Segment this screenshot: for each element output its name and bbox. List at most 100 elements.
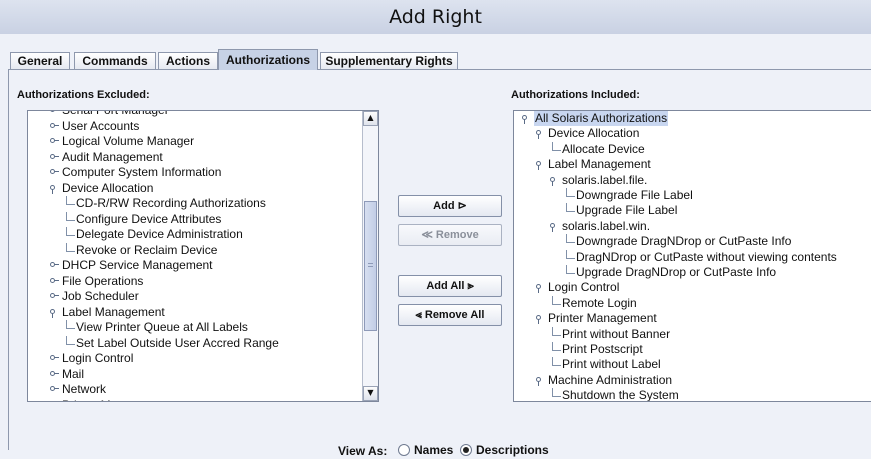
tab-actions[interactable]: Actions: [158, 52, 218, 69]
tree-row[interactable]: Revoke or Reclaim Device: [28, 242, 368, 258]
tree-row[interactable]: Device Allocation: [28, 181, 368, 196]
collapsed-node-icon[interactable]: [50, 386, 59, 391]
tree-row[interactable]: Device Allocation: [514, 126, 854, 141]
collapsed-node-icon[interactable]: [50, 355, 59, 360]
tree-item-label: CD-R/RW Recording Authorizations: [76, 196, 266, 210]
tree-row[interactable]: File Operations: [28, 274, 368, 289]
tree-row[interactable]: Mail: [28, 367, 368, 382]
tree-row[interactable]: Audit Management: [28, 150, 368, 165]
tree-row[interactable]: View Printer Queue at All Labels: [28, 320, 368, 335]
excluded-tree[interactable]: Serial Port Manager User Accounts Logical …: [27, 110, 379, 402]
tree-row[interactable]: Network: [28, 382, 368, 397]
tree-item-label: Set Label Outside User Accred Range: [76, 335, 279, 350]
tree-item-label: Remote Login: [562, 295, 637, 310]
add-all-button[interactable]: Add All ⪢: [398, 275, 502, 297]
names-radio[interactable]: [398, 444, 410, 456]
tree-connector-icon: [552, 357, 561, 367]
expanded-node-icon[interactable]: [536, 161, 541, 171]
tree-row[interactable]: Upgrade DragNDrop or CutPaste Info: [514, 265, 854, 280]
tree-row[interactable]: solaris.label.file.: [514, 173, 854, 188]
expanded-node-icon[interactable]: [50, 184, 55, 194]
tree-item-label: Logical Volume Manager: [62, 134, 195, 148]
tab-general[interactable]: General: [10, 52, 70, 69]
tree-item-label: Print without Label: [562, 357, 661, 372]
scrollbar-thumb[interactable]: [364, 201, 377, 331]
tree-row[interactable]: Serial Port Manager: [28, 111, 368, 118]
descriptions-radio[interactable]: [460, 444, 472, 456]
excluded-scrollbar[interactable]: ▲ ▼: [362, 111, 378, 401]
collapsed-node-icon[interactable]: [50, 111, 55, 112]
tree-row[interactable]: Printer Management: [514, 311, 854, 326]
tree-item-label: All Solaris Authorizations: [534, 111, 669, 126]
collapsed-node-icon[interactable]: [50, 262, 59, 267]
tree-row[interactable]: Computer System Information: [28, 165, 368, 180]
tree-row[interactable]: Shutdown the System: [514, 388, 854, 401]
expanded-node-icon[interactable]: [536, 284, 541, 294]
tree-row[interactable]: Print Postscript: [514, 342, 854, 357]
expanded-node-icon[interactable]: [550, 176, 555, 186]
tab-authorizations[interactable]: Authorizations: [218, 49, 318, 70]
tree-row[interactable]: Delegate Device Administration: [28, 227, 368, 242]
tree-item-label: Print without Banner: [562, 326, 671, 341]
expanded-node-icon[interactable]: [536, 130, 541, 140]
tree-connector-icon: [66, 320, 75, 329]
scroll-down-arrow-icon[interactable]: ▼: [363, 386, 378, 401]
tree-connector-icon: [566, 265, 575, 274]
tree-row[interactable]: User Accounts: [28, 119, 368, 134]
tree-row[interactable]: Logical Volume Manager: [28, 134, 368, 149]
expanded-node-icon[interactable]: [50, 308, 55, 318]
add-button[interactable]: Add ⊳: [398, 195, 502, 217]
tree-row[interactable]: Machine Administration: [514, 373, 854, 388]
collapsed-node-icon[interactable]: [50, 293, 59, 298]
tree-row[interactable]: Allocate Device: [514, 141, 854, 157]
collapsed-node-icon[interactable]: [50, 122, 59, 128]
expanded-node-icon[interactable]: [536, 315, 541, 325]
tree-row[interactable]: Login Control: [28, 351, 368, 366]
tree-row[interactable]: Printer Management: [28, 398, 368, 403]
tree-item-label: Job Scheduler: [62, 289, 139, 303]
tree-item-label: Revoke or Reclaim Device: [76, 242, 218, 257]
tree-item-label: DHCP Service Management: [62, 258, 213, 272]
tree-row[interactable]: Login Control: [514, 280, 854, 295]
collapsed-node-icon[interactable]: [50, 370, 59, 376]
expanded-node-icon[interactable]: [550, 222, 555, 232]
descriptions-radio-label[interactable]: Descriptions: [476, 443, 549, 457]
tree-row[interactable]: DragNDrop or CutPaste without viewing co…: [514, 249, 854, 265]
expanded-node-icon[interactable]: [522, 115, 527, 124]
tree-item-label: Allocate Device: [562, 141, 645, 156]
tree-item-label: Machine Administration: [548, 372, 673, 387]
expanded-node-icon[interactable]: [536, 376, 541, 386]
collapsed-node-icon[interactable]: [50, 402, 55, 403]
names-radio-label[interactable]: Names: [414, 443, 453, 457]
collapsed-node-icon[interactable]: [50, 277, 59, 283]
remove-button[interactable]: ≪ Remove: [398, 224, 502, 246]
tree-row[interactable]: Print without Banner: [514, 326, 854, 342]
tree-row[interactable]: Label Management: [28, 305, 368, 320]
tree-row[interactable]: Print without Label: [514, 357, 854, 372]
tree-row[interactable]: Configure Device Attributes: [28, 211, 368, 227]
tree-row[interactable]: Downgrade File Label: [514, 188, 854, 203]
tab-supplementary-rights[interactable]: Supplementary Rights: [320, 52, 458, 69]
collapsed-node-icon[interactable]: [50, 169, 59, 174]
tree-row[interactable]: Job Scheduler: [28, 289, 368, 304]
tree-row[interactable]: DHCP Service Management: [28, 258, 368, 273]
tree-row[interactable]: All Solaris Authorizations: [514, 111, 854, 126]
view-as-label: View As:: [338, 444, 388, 458]
remove-all-button[interactable]: ⪡ Remove All: [398, 304, 502, 326]
tree-item-label: DragNDrop or CutPaste without viewing co…: [576, 249, 837, 264]
tree-connector-icon: [552, 295, 561, 305]
tree-item-label: Login Control: [62, 351, 134, 365]
included-tree[interactable]: All Solaris Authorizations Device Allocat…: [513, 110, 871, 402]
tree-row[interactable]: Label Management: [514, 157, 854, 172]
tree-row[interactable]: Set Label Outside User Accred Range: [28, 335, 368, 351]
tree-row[interactable]: Remote Login: [514, 295, 854, 311]
tree-row[interactable]: CD-R/RW Recording Authorizations: [28, 196, 368, 211]
tree-row[interactable]: solaris.label.win.: [514, 219, 854, 234]
tree-row[interactable]: Upgrade File Label: [514, 203, 854, 218]
tab-commands[interactable]: Commands: [74, 52, 156, 69]
scroll-up-arrow-icon[interactable]: ▲: [363, 111, 378, 126]
collapsed-node-icon[interactable]: [50, 153, 59, 159]
tree-item-label: Device Allocation: [62, 180, 154, 195]
tree-row[interactable]: Downgrade DragNDrop or CutPaste Info: [514, 234, 854, 249]
collapsed-node-icon[interactable]: [50, 138, 59, 143]
